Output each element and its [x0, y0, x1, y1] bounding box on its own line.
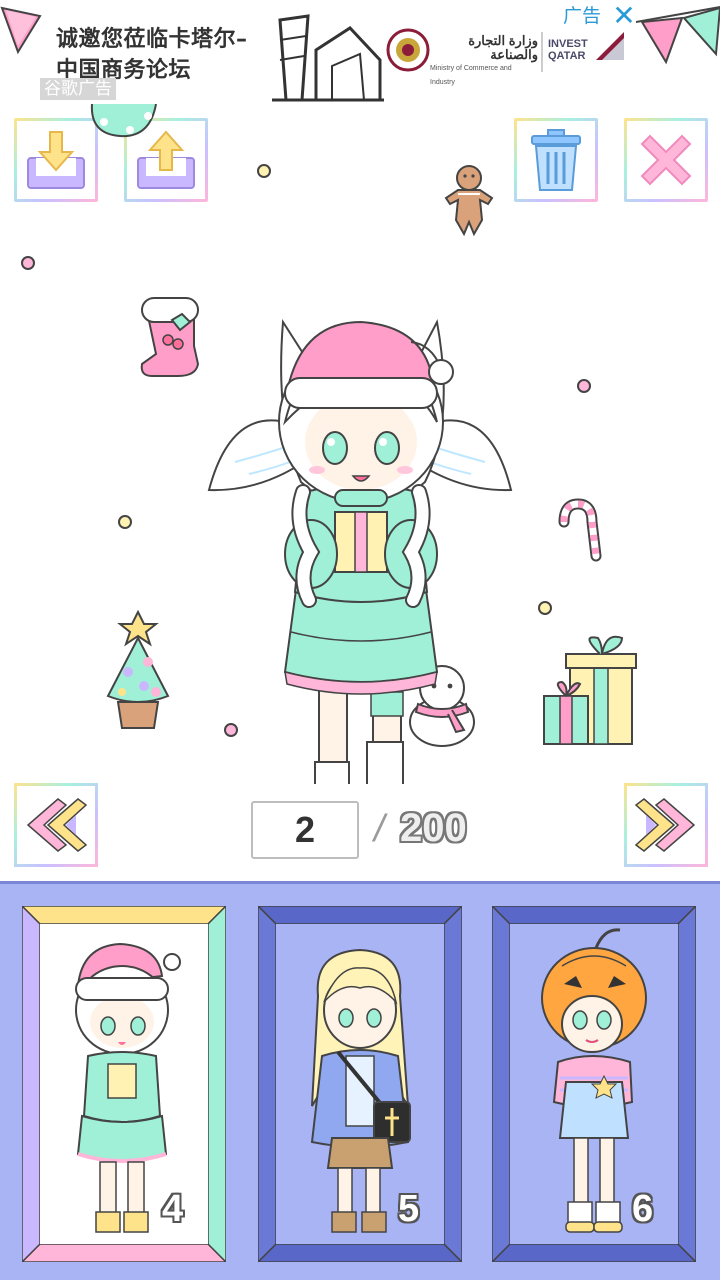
ad-headline[interactable]: 诚邀您莅临卡塔尔–中国商务论坛 — [56, 24, 266, 86]
saved-slot-6[interactable]: 6 — [492, 906, 696, 1262]
slot-6-character — [541, 928, 647, 1233]
confetti-dot — [538, 601, 552, 615]
page-separator: / — [374, 808, 385, 850]
double-chevron-right-icon — [634, 798, 696, 852]
ad-label[interactable]: 广告 — [563, 4, 601, 28]
gingerbread-icon — [444, 165, 494, 237]
next-page-button[interactable] — [624, 783, 708, 867]
ad-banner[interactable]: 诚邀您莅临卡塔尔–中国商务论坛 谷歌广告 وزارة التجارة والصن… — [0, 0, 720, 104]
page-total: 200 — [400, 806, 467, 850]
ministry-english: Ministry of Commerce and Industry — [430, 65, 512, 86]
confetti-dot — [224, 723, 238, 737]
slot-number: 4 — [162, 1188, 184, 1230]
slot-5-character — [310, 948, 411, 1233]
ministry-name: وزارة التجارة والصناعة Ministry of Comme… — [430, 34, 538, 90]
stocking-icon — [140, 297, 200, 377]
saved-slot-4[interactable]: 4 — [22, 906, 226, 1262]
christmas-tree-icon — [106, 609, 170, 729]
slot-number: 6 — [632, 1188, 654, 1230]
gift-boxes-icon — [543, 635, 637, 745]
confetti-dot — [118, 515, 132, 529]
ministry-seal-icon — [386, 28, 430, 72]
ad-close-button[interactable]: ✕ — [610, 2, 638, 30]
saved-outfits-panel: 4 5 6 — [0, 881, 720, 1280]
invest-flag-icon — [596, 32, 624, 60]
bunting-right-icon — [636, 6, 720, 65]
slot-number: 5 — [398, 1188, 420, 1230]
tower-logo-icon — [272, 14, 384, 102]
confetti-dot — [21, 256, 35, 270]
bunting-left-icon — [0, 6, 42, 55]
confetti-dot — [257, 164, 271, 178]
wreath-icon — [90, 104, 157, 138]
page-number-input[interactable]: 2 — [251, 801, 359, 859]
saved-slot-5[interactable]: 5 — [258, 906, 462, 1262]
candy-cane-icon — [558, 498, 602, 562]
previous-page-button[interactable] — [14, 783, 98, 867]
dress-up-canvas[interactable] — [0, 104, 720, 784]
ad-watermark: 谷歌广告 — [40, 78, 116, 100]
slot-4-character — [75, 942, 181, 1233]
confetti-dot — [577, 379, 591, 393]
divider-line — [541, 32, 543, 72]
double-chevron-left-icon — [26, 798, 88, 852]
ministry-arabic: وزارة التجارة والصناعة — [468, 33, 538, 62]
